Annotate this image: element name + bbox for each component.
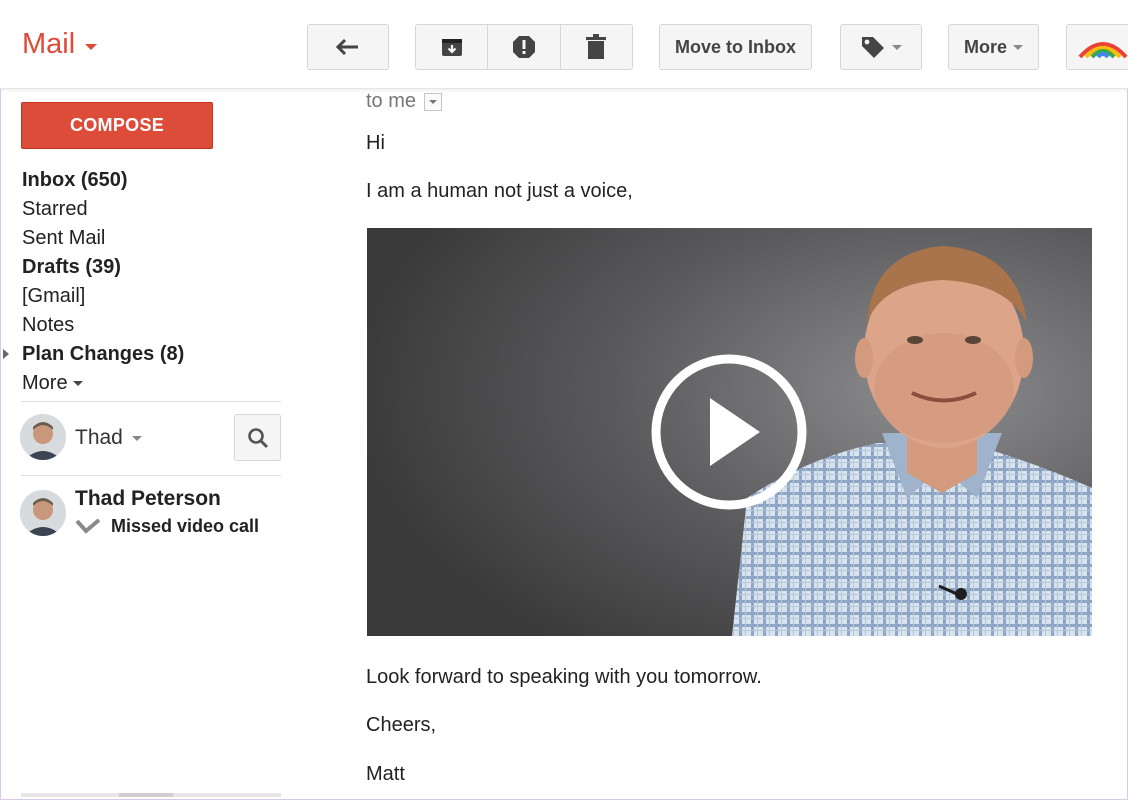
move-to-inbox-button[interactable]: Move to Inbox bbox=[659, 24, 812, 70]
video-thumbnail[interactable] bbox=[367, 228, 1092, 636]
chevron-down-icon bbox=[85, 43, 98, 50]
mail-folder-list: Inbox (650) Starred Sent Mail Drafts (39… bbox=[22, 166, 184, 398]
sidebar-item-notes[interactable]: Notes bbox=[22, 311, 184, 340]
sidebar-item-gmail[interactable]: [Gmail] bbox=[22, 282, 184, 311]
sidebar-item-sent-mail[interactable]: Sent Mail bbox=[22, 224, 184, 253]
back-button[interactable] bbox=[307, 24, 389, 70]
recipient-label: to me bbox=[366, 90, 417, 112]
message-line: I am a human not just a voice, bbox=[366, 180, 633, 202]
hangouts-username: Thad bbox=[75, 426, 123, 449]
chevron-down-icon bbox=[1013, 44, 1023, 50]
compose-button[interactable]: COMPOSE bbox=[21, 102, 213, 149]
action-button-group bbox=[415, 24, 633, 70]
sidebar-item-plan-changes[interactable]: Plan Changes (8) bbox=[22, 340, 184, 369]
avatar[interactable] bbox=[20, 490, 66, 536]
search-icon bbox=[247, 427, 268, 448]
message-signature: Matt bbox=[366, 763, 405, 785]
sidebar-item-inbox[interactable]: Inbox (650) bbox=[22, 166, 184, 195]
contact-status-text: Missed video call bbox=[111, 516, 260, 536]
report-spam-button[interactable] bbox=[488, 25, 561, 69]
missed-call-icon bbox=[75, 517, 101, 534]
label-tag-icon bbox=[862, 37, 884, 58]
message-signoff: Cheers, bbox=[366, 714, 437, 736]
trash-icon bbox=[586, 34, 607, 59]
divider bbox=[21, 401, 281, 402]
reply-icon bbox=[335, 38, 358, 56]
footer-handle[interactable] bbox=[119, 793, 173, 797]
compose-label: COMPOSE bbox=[69, 115, 165, 135]
sidebar-item-drafts[interactable]: Drafts (39) bbox=[22, 253, 184, 282]
more-actions-label: More bbox=[963, 36, 1007, 57]
hangouts-user-menu[interactable]: Thad bbox=[75, 426, 142, 450]
avatar[interactable] bbox=[20, 414, 66, 460]
show-details-button[interactable] bbox=[424, 92, 443, 111]
search-people-button[interactable] bbox=[234, 414, 281, 461]
expand-arrow-icon[interactable] bbox=[3, 349, 9, 359]
chevron-down-icon bbox=[131, 435, 142, 441]
sidebar-more-label: More bbox=[22, 372, 68, 394]
chevron-down-icon bbox=[72, 381, 83, 386]
mail-app-menu[interactable]: Mail bbox=[22, 28, 98, 61]
app-title: Mail bbox=[22, 28, 76, 60]
sidebar-item-starred[interactable]: Starred bbox=[22, 195, 184, 224]
contact-name[interactable]: Thad Peterson bbox=[75, 487, 221, 511]
hangouts-button[interactable] bbox=[1066, 24, 1128, 70]
labels-button[interactable] bbox=[840, 24, 922, 70]
contact-status: Missed video call bbox=[75, 516, 259, 537]
divider bbox=[21, 475, 281, 476]
sidebar-more-toggle[interactable]: More bbox=[22, 369, 184, 398]
message-line: Look forward to speaking with you tomorr… bbox=[366, 666, 762, 688]
more-actions-button[interactable]: More bbox=[948, 24, 1039, 70]
recipient-details: to me bbox=[366, 90, 443, 113]
top-toolbar: Mail Move to Inbox More bbox=[0, 0, 1128, 89]
archive-icon bbox=[441, 39, 462, 56]
archive-button[interactable] bbox=[416, 25, 489, 69]
rainbow-logo-icon bbox=[1078, 42, 1128, 59]
report-spam-icon bbox=[512, 36, 535, 58]
message-greeting: Hi bbox=[366, 132, 385, 154]
move-to-inbox-label: Move to Inbox bbox=[675, 36, 796, 57]
sidebar-footer-bar bbox=[21, 793, 281, 797]
chevron-down-icon bbox=[892, 44, 902, 50]
delete-button[interactable] bbox=[561, 25, 632, 69]
chevron-down-icon bbox=[429, 99, 438, 104]
